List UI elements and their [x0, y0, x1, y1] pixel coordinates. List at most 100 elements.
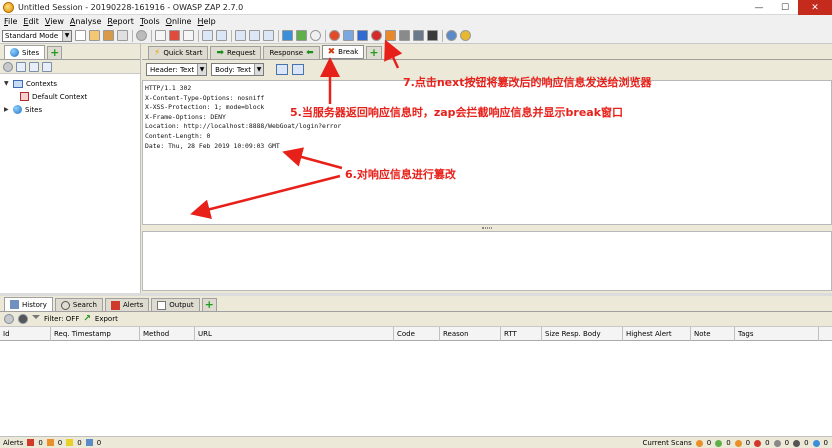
break-all-icon[interactable] [329, 30, 340, 41]
chart-icon[interactable] [413, 30, 424, 41]
lightbulb-icon[interactable] [310, 30, 321, 41]
menu-online[interactable]: Online [166, 17, 192, 26]
tab-alerts[interactable]: Alerts [104, 298, 150, 311]
alerts-summary: Alerts 0 0 0 0 [3, 439, 101, 447]
expand-icon[interactable]: ▼ [4, 80, 10, 87]
export-button[interactable]: Export [95, 315, 118, 323]
globe-icon [13, 105, 22, 114]
drop-icon[interactable] [371, 30, 382, 41]
mode-select[interactable]: Standard Mode ▼ [2, 29, 72, 42]
tree-label-sites: Sites [25, 105, 43, 114]
bug-icon [793, 439, 801, 447]
import-context-icon[interactable] [29, 61, 39, 72]
show-tab-icon[interactable] [169, 30, 180, 41]
tab-request[interactable]: ➡ Request [210, 46, 262, 59]
body-view-select[interactable]: Body: Text ▼ [211, 63, 265, 76]
layout-full-icon[interactable] [183, 30, 194, 41]
save-session-icon[interactable] [103, 30, 114, 41]
menu-analyse[interactable]: Analyse [70, 17, 102, 26]
new-session-icon[interactable] [75, 30, 86, 41]
column-header-highest-alert[interactable]: Highest Alert [623, 327, 691, 341]
tab-output[interactable]: Output [151, 298, 200, 311]
export-context-icon[interactable] [42, 61, 52, 72]
column-header-size[interactable]: Size Resp. Body [542, 327, 623, 341]
tree-node-default-context[interactable]: Default Context [4, 90, 140, 103]
header-view-select[interactable]: Header: Text ▼ [146, 63, 208, 76]
close-button[interactable]: ✕ [798, 0, 832, 15]
panel-split-icon[interactable] [249, 30, 260, 41]
scan-count: 0 [765, 439, 770, 447]
open-session-icon[interactable] [89, 30, 100, 41]
column-header-note[interactable]: Note [691, 327, 735, 341]
minimize-button[interactable]: — [746, 0, 772, 15]
scope-icon[interactable] [18, 314, 28, 324]
next-continue-icon[interactable] [357, 30, 368, 41]
export-icon[interactable]: ↗ [83, 314, 91, 324]
add-tab-button[interactable]: + [366, 46, 382, 59]
add-tab-button[interactable]: + [201, 298, 217, 311]
window-title: Untitled Session - 20190228-161916 - OWA… [18, 2, 244, 12]
menu-tools[interactable]: Tools [140, 17, 160, 26]
tree-node-contexts[interactable]: ▼ Contexts [4, 77, 140, 90]
menu-report[interactable]: Report [107, 17, 134, 26]
column-header-id[interactable]: Id [0, 327, 51, 341]
splitter-grip [482, 227, 492, 229]
fuzzer-icon [754, 439, 762, 447]
menu-view[interactable]: View [45, 17, 64, 26]
history-table-body[interactable] [0, 341, 832, 436]
tab-break[interactable]: ✖ Break [321, 45, 365, 59]
panel-full-icon[interactable] [263, 30, 274, 41]
tree-node-sites[interactable]: ▶ Sites [4, 103, 140, 116]
tab-search[interactable]: Search [54, 298, 103, 311]
layout-left-icon[interactable] [202, 30, 213, 41]
maximize-button[interactable]: ☐ [772, 0, 798, 15]
chrome-icon[interactable] [460, 30, 471, 41]
settings-icon[interactable] [4, 314, 14, 324]
filter-status[interactable]: Filter: OFF [44, 315, 79, 323]
menu-edit[interactable]: Edit [23, 17, 39, 26]
new-context-icon[interactable] [16, 61, 26, 72]
annotation-step-6: 6.对响应信息进行篡改 [345, 168, 456, 181]
column-header-method[interactable]: Method [140, 327, 195, 341]
add-tab-button[interactable]: + [47, 46, 63, 59]
snapshot-icon[interactable] [117, 30, 128, 41]
response-header-editor[interactable]: HTTP/1.1 302 X-Content-Type-Options: nos… [142, 80, 832, 225]
annotation-step-5: 5.当服务器返回响应信息时，zap会拦截响应信息并显示break窗口 [290, 106, 624, 119]
tab-sites[interactable]: Sites [4, 45, 46, 59]
options-gear-icon[interactable] [136, 30, 147, 41]
settings-icon[interactable] [3, 61, 13, 72]
layout-top-icon[interactable] [216, 30, 227, 41]
search-icon [60, 300, 70, 310]
tab-history[interactable]: History [4, 297, 53, 311]
column-chooser-icon[interactable] [819, 327, 832, 341]
scan-icon[interactable] [399, 30, 410, 41]
combined-view-icon[interactable] [292, 64, 305, 75]
lock-icon[interactable] [296, 30, 307, 41]
column-header-code[interactable]: Code [394, 327, 440, 341]
sites-tree: ▼ Contexts Default Context ▶ Sites [0, 74, 140, 116]
menu-help[interactable]: Help [197, 17, 215, 26]
column-header-url[interactable]: URL [195, 327, 394, 341]
add-breakpoint-icon[interactable] [385, 30, 396, 41]
sites-scope-icon[interactable] [282, 30, 293, 41]
step-icon[interactable] [343, 30, 354, 41]
column-header-rtt[interactable]: RTT [501, 327, 542, 341]
layout-icon[interactable] [155, 30, 166, 41]
tab-quick-start[interactable]: ⚡ Quick Start [148, 46, 209, 59]
terminal-icon[interactable] [427, 30, 438, 41]
column-header-tags[interactable]: Tags [735, 327, 819, 341]
column-header-timestamp[interactable]: Req. Timestamp [51, 327, 140, 341]
tab-response[interactable]: Response ⬅ [263, 46, 320, 59]
medium-alert-flag-icon [46, 439, 54, 446]
collapse-icon[interactable]: ▶ [4, 106, 10, 113]
menu-file[interactable]: File [4, 17, 17, 26]
toolbar-separator [151, 29, 152, 42]
column-header-reason[interactable]: Reason [440, 327, 501, 341]
history-icon [10, 300, 19, 309]
scan-count: 0 [706, 439, 712, 447]
panel-icon[interactable] [235, 30, 246, 41]
filter-icon[interactable] [32, 315, 40, 323]
response-body-editor[interactable] [142, 231, 832, 291]
firefox-icon[interactable] [446, 30, 457, 41]
split-view-icon[interactable] [276, 64, 289, 75]
